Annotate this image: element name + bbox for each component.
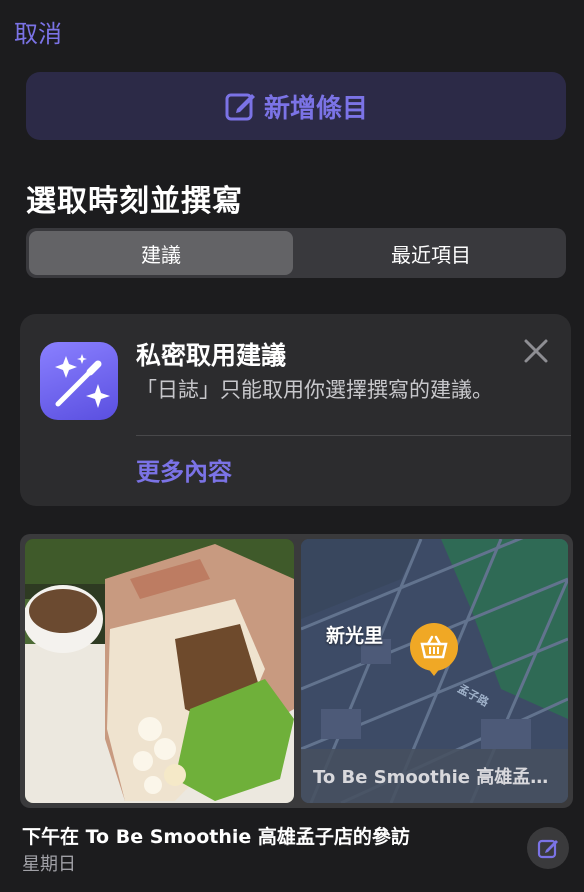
- more-content-link[interactable]: 更多內容: [136, 452, 232, 487]
- moment-subtitle: 星期日: [22, 854, 76, 875]
- compose-icon: [537, 839, 558, 859]
- new-entry-label: 新增條目: [263, 93, 368, 124]
- map-caption: To Be Smoothie 高雄孟…: [301, 749, 568, 803]
- moment-card[interactable]: 孟子路 新光里 To Be Smoothie 高雄孟…: [20, 534, 573, 808]
- close-icon[interactable]: [523, 338, 549, 364]
- section-title: 選取時刻並撰寫: [26, 184, 243, 219]
- magic-wand-sparkles-icon: [40, 342, 118, 420]
- compose-button[interactable]: [527, 827, 569, 869]
- privacy-card-body: 「日誌」只能取用你選擇撰寫的建議。: [136, 378, 493, 402]
- divider: [136, 435, 571, 436]
- segmented-control: 建議 最近項目: [26, 228, 566, 278]
- privacy-card: 私密取用建議 「日誌」只能取用你選擇撰寫的建議。 更多內容: [20, 314, 571, 506]
- moment-title: 下午在 To Be Smoothie 高雄孟子店的參訪: [22, 826, 410, 848]
- map-pin-tail: [427, 667, 441, 676]
- basket-icon: [410, 623, 458, 671]
- food-photo: [25, 539, 294, 803]
- new-entry-button[interactable]: 新增條目: [26, 72, 566, 140]
- map-place-label: 新光里: [326, 625, 384, 647]
- compose-icon: [225, 93, 255, 121]
- segment-recent[interactable]: 最近項目: [299, 231, 563, 275]
- location-map: 孟子路 新光里 To Be Smoothie 高雄孟…: [301, 539, 568, 803]
- privacy-card-title: 私密取用建議: [136, 341, 287, 370]
- cancel-button[interactable]: 取消: [14, 14, 62, 49]
- segment-suggestions[interactable]: 建議: [29, 231, 293, 275]
